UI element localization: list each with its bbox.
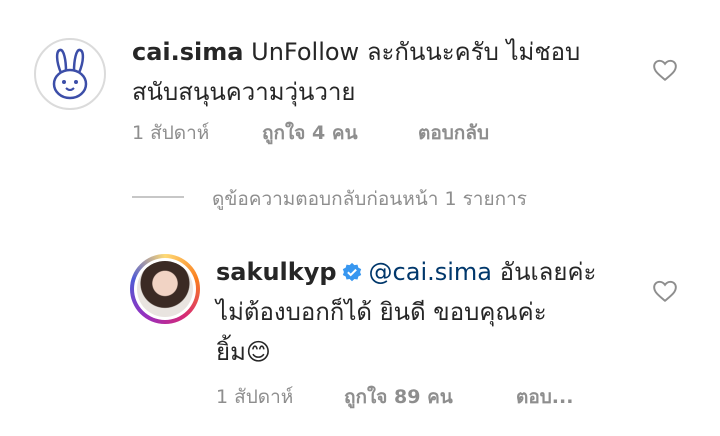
- like-reply-button[interactable]: [652, 279, 678, 307]
- heart-icon: [653, 59, 677, 82]
- comment-reply-button[interactable]: ตอบกลับ: [418, 122, 489, 144]
- comment-time[interactable]: 1 สัปดาห์: [132, 122, 209, 144]
- reply-username[interactable]: sakulkyp: [216, 258, 337, 286]
- reply-likes[interactable]: ถูกใจ 89 คน: [344, 386, 453, 408]
- avatar-cai-sima[interactable]: [34, 38, 106, 110]
- reply-time[interactable]: 1 สัปดาห์: [216, 386, 293, 408]
- comment-meta: 1 สัปดาห์: [132, 118, 209, 148]
- bunny-icon: [52, 48, 88, 100]
- verified-badge-icon: [342, 262, 361, 282]
- reply-reply-button[interactable]: ตอบ...: [516, 386, 573, 408]
- comment-text: cai.sima UnFollow ละกันนะครับ ไม่ชอบ สนั…: [132, 32, 632, 112]
- profile-photo: [137, 261, 193, 317]
- smile-emoji-icon: 😊: [245, 338, 271, 366]
- reply-body-line3: ยิ้ม: [216, 338, 246, 366]
- avatar-sakulkyp[interactable]: [130, 254, 200, 324]
- heart-icon: [653, 280, 677, 303]
- mention-link[interactable]: @cai.sima: [369, 258, 492, 286]
- comment-username[interactable]: cai.sima: [132, 38, 243, 66]
- comment-body-line1: UnFollow ละกันนะครับ ไม่ชอบ: [251, 38, 581, 66]
- reply-text: sakulkyp @cai.sima อันเลยค่ะ ไม่ต้องบอกก…: [216, 252, 636, 372]
- like-comment-button[interactable]: [652, 58, 678, 86]
- comment-body-line2: สนับสนุนความวุ่นวาย: [132, 78, 356, 106]
- comment-likes[interactable]: ถูกใจ 4 คน: [262, 122, 358, 144]
- replies-divider: [132, 196, 184, 198]
- reply-body-line2: ไม่ต้องบอกก็ได้ ยินดี ขอบคุณค่ะ: [216, 298, 547, 326]
- reply-body-line1: อันเลยค่ะ: [499, 258, 597, 286]
- view-previous-replies[interactable]: ดูข้อความตอบกลับก่อนหน้า 1 รายการ: [212, 184, 527, 214]
